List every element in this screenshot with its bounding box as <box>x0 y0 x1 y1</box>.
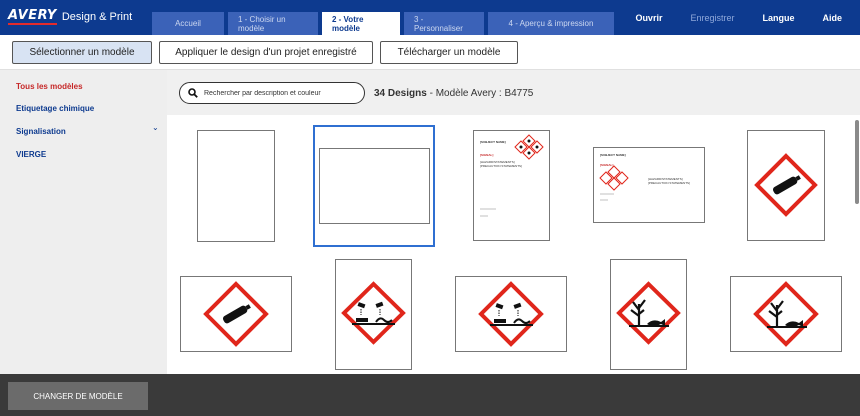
template-thumbnail-gas-cylinder-landscape[interactable] <box>180 276 292 352</box>
select-template-button[interactable]: Sélectionner un modèle <box>12 41 152 64</box>
precaution-text: [PRECAUTION STATEMENTS] <box>480 164 522 168</box>
template-thumbnail-blank-portrait[interactable] <box>197 130 275 242</box>
step-tabs: Accueil 1 - Choisir un modèle 2 - Votre … <box>152 12 614 35</box>
sidebar-item-all-models[interactable]: Tous les modèles <box>16 82 83 91</box>
category-sidebar: Tous les modèles Etiquetage chimique Sig… <box>0 70 167 374</box>
search-box[interactable] <box>179 82 365 104</box>
tab-your-model[interactable]: 2 - Votre modèle <box>322 12 400 35</box>
signal-text: [SIGNAL] <box>480 153 493 157</box>
sidebar-item-blank[interactable]: VIERGE <box>16 150 46 159</box>
tab-home[interactable]: Accueil <box>152 12 224 35</box>
chevron-down-icon[interactable]: ⌄ <box>152 123 159 132</box>
blank-landscape-label <box>319 148 430 224</box>
change-model-button[interactable]: CHANGER DE MODÈLE <box>8 382 148 410</box>
mini-hazard-pictograms-2 <box>599 165 629 191</box>
avery-logo[interactable]: AVERY Design & Print <box>8 9 132 25</box>
open-link[interactable]: Ouvrir <box>635 13 662 23</box>
subject-name-text-2: [SUBJECT NAME] <box>600 153 626 157</box>
design-count-number: 34 Designs <box>374 88 427 99</box>
help-link[interactable]: Aide <box>822 13 842 23</box>
tab-choose-model[interactable]: 1 - Choisir un modèle <box>228 12 318 35</box>
top-nav: Ouvrir Enregistrer Langue Aide <box>635 0 842 35</box>
template-thumbnail-gas-cylinder-portrait[interactable] <box>747 130 825 241</box>
chemical-label-preview: [SUBJECT NAME] [SIGNAL] [HAZARD/STATEMEN… <box>480 134 544 217</box>
search-input[interactable] <box>204 89 354 97</box>
template-thumbnail-corrosive-portrait[interactable] <box>335 259 412 370</box>
search-icon <box>188 88 198 98</box>
logo-mark: AVERY <box>8 8 57 25</box>
environment-pictogram <box>616 281 681 345</box>
apply-saved-design-button[interactable]: Appliquer le design d'un projet enregist… <box>159 41 373 64</box>
template-thumbnail-chemical-portrait[interactable]: [SUBJECT NAME] [SIGNAL] [HAZARD/STATEMEN… <box>473 130 550 241</box>
language-link[interactable]: Langue <box>762 13 794 23</box>
tab-customize[interactable]: 3 - Personnaliser <box>404 12 484 35</box>
mini-hazard-pictograms <box>514 134 544 160</box>
template-thumbnail-environment-landscape[interactable] <box>730 276 842 352</box>
environment-pictogram-2 <box>753 281 819 347</box>
template-thumbnail-chemical-landscape[interactable]: [SUBJECT NAME] [SIGNAL] [HAZARD/STATEMEN… <box>593 147 705 223</box>
precaution-text-2: [PRECAUTION STATEMENTS] <box>648 181 690 185</box>
corrosive-pictogram-2 <box>478 281 544 347</box>
tab-preview-print[interactable]: 4 - Aperçu & impression <box>488 12 614 35</box>
corrosive-pictogram <box>341 281 406 345</box>
subject-name-text: [SUBJECT NAME] <box>480 140 506 144</box>
save-link[interactable]: Enregistrer <box>690 13 734 23</box>
gas-cylinder-pictogram-2 <box>203 281 269 347</box>
design-count: 34 Designs - Modèle Avery : B4775 <box>374 88 533 99</box>
search-bar-area: 34 Designs - Modèle Avery : B4775 <box>167 70 860 115</box>
signal-text-2: [SIGNAL] <box>600 163 613 167</box>
logo-text: Design & Print <box>61 11 133 23</box>
sidebar-item-signage[interactable]: Signalisation <box>16 127 66 136</box>
gas-cylinder-pictogram <box>754 153 818 217</box>
footer-bar: CHANGER DE MODÈLE <box>0 374 860 416</box>
action-bar: Sélectionner un modèle Appliquer le desi… <box>0 35 860 70</box>
top-header: AVERY Design & Print Accueil 1 - Choisir… <box>0 0 860 35</box>
sidebar-item-chemical-labeling[interactable]: Etiquetage chimique <box>16 104 94 113</box>
template-thumbnail-environment-portrait[interactable] <box>610 259 687 370</box>
gallery-scrollbar[interactable] <box>855 120 859 204</box>
upload-template-button[interactable]: Télécharger un modèle <box>380 41 518 64</box>
chemical-label-landscape-preview: [SUBJECT NAME] [SIGNAL] [HAZARD/STATEMEN… <box>599 153 690 201</box>
template-thumbnail-corrosive-landscape[interactable] <box>455 276 567 352</box>
model-number: - Modèle Avery : B4775 <box>426 88 534 99</box>
template-thumbnail-selected[interactable] <box>313 125 435 247</box>
